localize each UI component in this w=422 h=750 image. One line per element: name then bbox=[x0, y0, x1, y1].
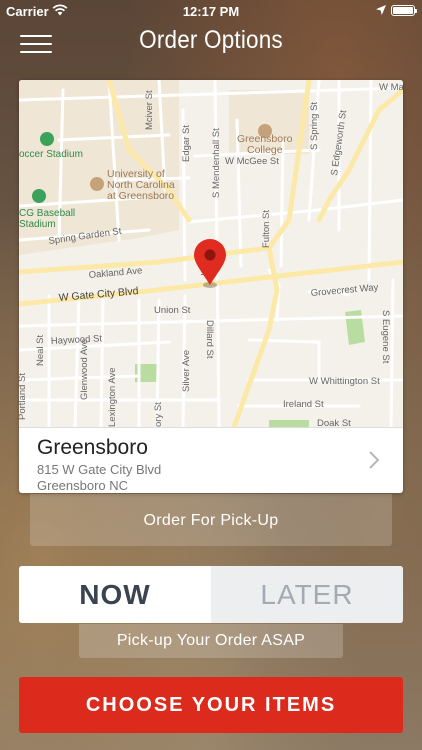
baseball-stadium-icon bbox=[32, 189, 46, 203]
map-label: Doak St bbox=[317, 418, 351, 427]
university-icon bbox=[90, 177, 104, 191]
battery-icon bbox=[391, 5, 417, 16]
stadium-icon bbox=[40, 132, 54, 146]
chevron-right-icon bbox=[369, 451, 380, 469]
map-label: occer Stadium bbox=[19, 149, 83, 160]
now-option[interactable]: NOW bbox=[19, 566, 211, 623]
map-label: Edgar St bbox=[181, 125, 192, 162]
location-address-line1: 815 W Gate City Blvd bbox=[37, 462, 162, 477]
page-title: Order Options bbox=[139, 26, 283, 54]
map-label: W Whittington St bbox=[309, 376, 380, 387]
timing-caption: Pick-up Your Order ASAP bbox=[79, 624, 343, 658]
map-label: Ireland St bbox=[283, 399, 324, 410]
location-address-line2: Greensboro NC bbox=[37, 478, 129, 493]
location-card: occer Stadium University of North Caroli… bbox=[19, 80, 403, 493]
location-arrow-icon bbox=[376, 5, 386, 15]
later-option[interactable]: LATER bbox=[211, 566, 403, 623]
map-view[interactable]: occer Stadium University of North Caroli… bbox=[19, 80, 403, 427]
clock: 12:17 PM bbox=[182, 4, 240, 19]
location-name: Greensboro bbox=[37, 436, 148, 459]
map-label: Silver Ave bbox=[181, 350, 192, 392]
map-label: Dillard St bbox=[204, 320, 215, 359]
choose-items-button[interactable]: CHOOSE YOUR ITEMS bbox=[19, 677, 403, 733]
map-label: W Ma bbox=[379, 82, 403, 93]
map-label: S Eugene St bbox=[380, 310, 391, 364]
map-label: Mciver St bbox=[144, 90, 155, 130]
map-label: Glenwood Ave bbox=[79, 339, 90, 400]
selected-location-row[interactable]: Greensboro 815 W Gate City Blvd Greensbo… bbox=[19, 427, 403, 493]
map-label: W McGee St bbox=[225, 156, 279, 167]
map-label: Fulton St bbox=[261, 210, 272, 248]
map-label: S Spring St bbox=[309, 102, 320, 150]
map-label: S Mendenhall St bbox=[211, 128, 222, 198]
map-label: Union St bbox=[154, 305, 191, 316]
timing-segmented-control: NOW LATER bbox=[19, 566, 403, 623]
navigation-bar: Order Options bbox=[0, 22, 422, 62]
map-label: CG Baseball bbox=[19, 208, 75, 219]
map-label: ory St bbox=[153, 402, 164, 427]
order-type-button[interactable]: Order For Pick-Up bbox=[30, 494, 392, 546]
map-label: College bbox=[247, 144, 283, 156]
map-label: Stadium bbox=[19, 219, 56, 230]
status-bar: Carrier 12:17 PM bbox=[0, 0, 422, 22]
map-label: Portland St bbox=[19, 373, 28, 420]
map-label: at Greensboro bbox=[107, 190, 174, 202]
map-label: Lexington Ave bbox=[107, 367, 118, 427]
park-area bbox=[269, 420, 309, 427]
map-label: Neal St bbox=[35, 334, 46, 366]
